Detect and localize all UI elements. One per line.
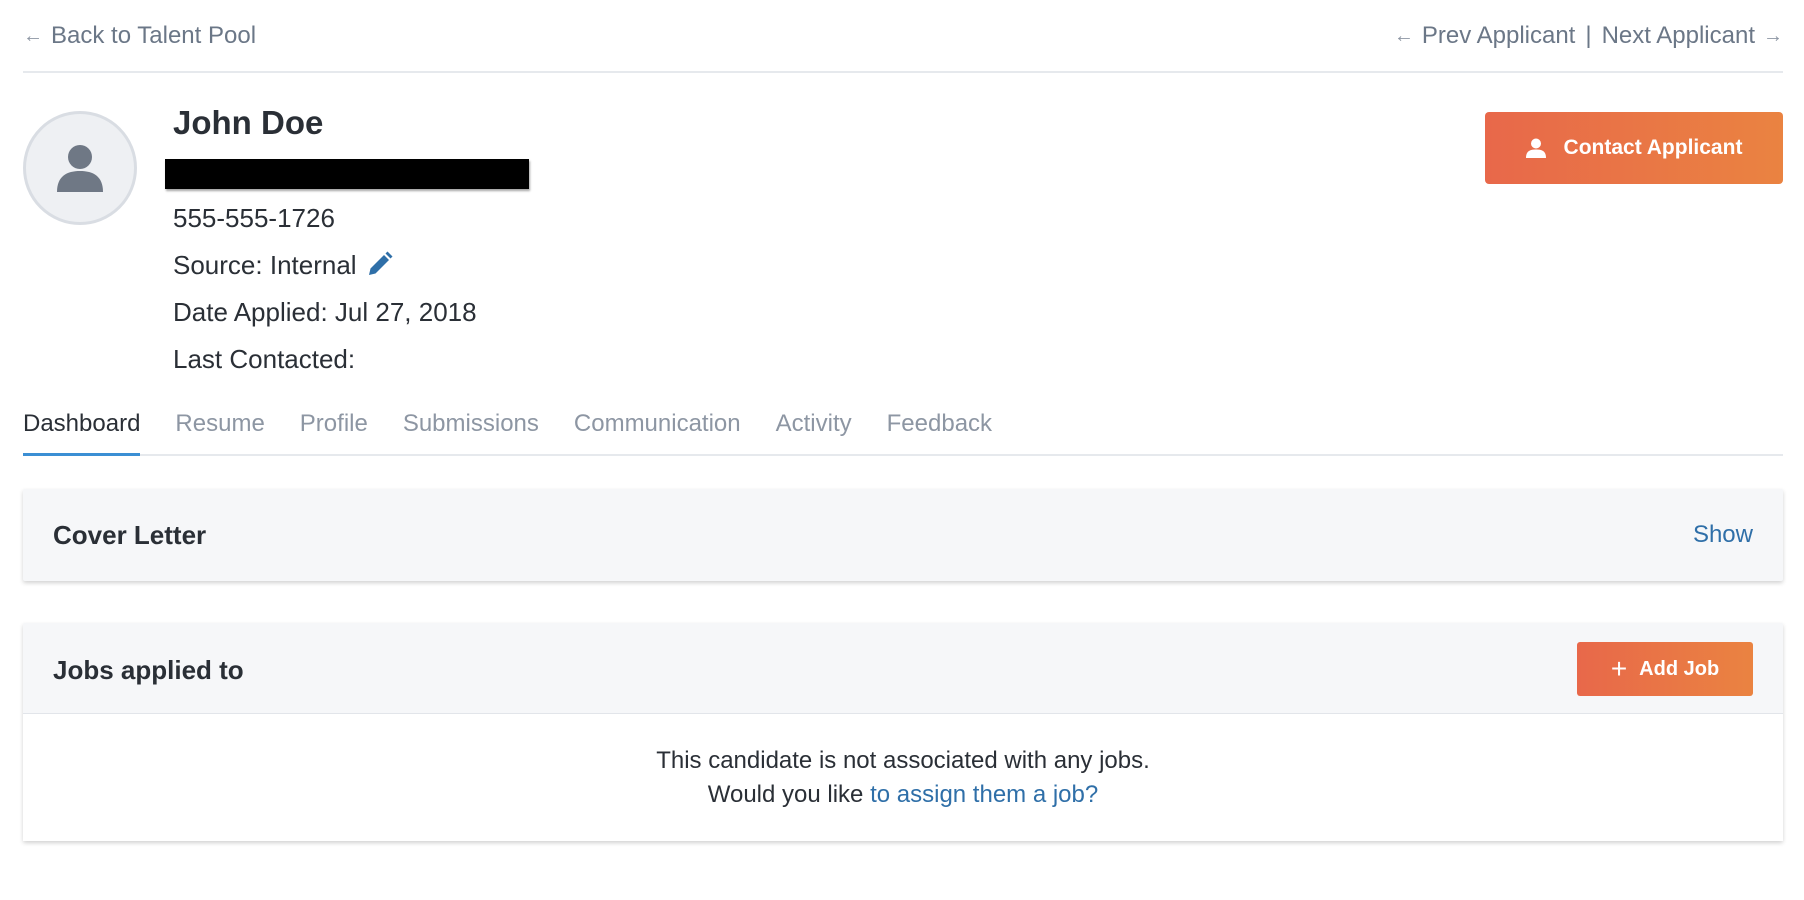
tab-activity[interactable]: Activity: [776, 402, 852, 454]
tab-profile[interactable]: Profile: [300, 402, 368, 454]
tab-submissions[interactable]: Submissions: [403, 402, 539, 454]
jobs-assign-prompt: Would you like to assign them a job?: [23, 778, 1783, 812]
add-job-button[interactable]: + Add Job: [1577, 642, 1753, 696]
applicant-phone: 555-555-1726: [173, 203, 335, 233]
arrow-right-icon: →: [1763, 24, 1783, 47]
pencil-icon[interactable]: [365, 251, 393, 279]
prev-applicant-link[interactable]: ← Prev Applicant: [1394, 22, 1575, 50]
assign-prompt-prefix: Would you like: [707, 781, 864, 808]
user-silhouette-icon: [57, 145, 103, 192]
jobs-applied-header: Jobs applied to + Add Job: [23, 623, 1783, 714]
date-applied-value: Jul 27, 2018: [334, 297, 477, 327]
applicant-info: John Doe 555-555-1726 Source: Internal D…: [165, 103, 529, 374]
cover-letter-card: Cover Letter Show: [23, 489, 1783, 581]
last-contacted-label: Last Contacted:: [173, 344, 356, 374]
back-to-talent-pool-link[interactable]: ← Back to Talent Pool: [23, 22, 256, 50]
cover-letter-title: Cover Letter: [53, 520, 207, 550]
pager-separator: |: [1585, 22, 1592, 49]
next-applicant-link[interactable]: Next Applicant →: [1602, 22, 1783, 50]
user-icon: [1525, 138, 1546, 158]
add-job-label: Add Job: [1639, 657, 1720, 680]
redacted-email: [165, 159, 529, 189]
applicant-name: John Doe: [173, 104, 324, 141]
jobs-empty-state: This candidate is not associated with an…: [23, 714, 1783, 841]
arrow-left-icon: ←: [1393, 24, 1414, 47]
assign-job-link[interactable]: to assign them a job?: [870, 781, 1098, 808]
contact-applicant-label: Contact Applicant: [1563, 136, 1743, 159]
tab-feedback[interactable]: Feedback: [887, 402, 992, 454]
next-applicant-label: Next Applicant: [1601, 22, 1755, 49]
jobs-empty-message: This candidate is not associated with an…: [656, 747, 1150, 774]
date-applied: Date Applied: Jul 27, 2018: [173, 297, 529, 327]
tab-dashboard[interactable]: Dashboard: [23, 402, 141, 456]
prev-applicant-label: Prev Applicant: [1421, 22, 1576, 49]
jobs-applied-title: Jobs applied to: [53, 655, 244, 685]
date-applied-label: Date Applied:: [173, 297, 328, 327]
source-value: Internal: [269, 250, 357, 280]
cover-letter-show-link[interactable]: Show: [1693, 521, 1753, 549]
source-label: Source:: [173, 250, 263, 280]
last-contacted: Last Contacted:: [173, 344, 529, 374]
applicant-header: John Doe 555-555-1726 Source: Internal D…: [23, 73, 1783, 403]
top-navigation: ← Back to Talent Pool ← Prev Applicant |…: [23, 0, 1783, 73]
contact-applicant-button[interactable]: Contact Applicant: [1485, 112, 1783, 184]
tab-resume[interactable]: Resume: [175, 402, 264, 454]
applicant-tabs: Dashboard Resume Profile Submissions Com…: [23, 402, 1783, 456]
tab-communication[interactable]: Communication: [574, 402, 741, 454]
arrow-left-icon: ←: [23, 24, 43, 47]
applicant-source: Source: Internal: [173, 250, 529, 280]
applicant-pager: ← Prev Applicant | Next Applicant →: [1394, 22, 1783, 50]
plus-icon: +: [1610, 653, 1628, 684]
applicant-page: ← Back to Talent Pool ← Prev Applicant |…: [23, 0, 1783, 841]
jobs-applied-card: Jobs applied to + Add Job This candidate…: [23, 623, 1783, 841]
back-link-label: Back to Talent Pool: [51, 22, 257, 49]
avatar: [23, 111, 137, 225]
